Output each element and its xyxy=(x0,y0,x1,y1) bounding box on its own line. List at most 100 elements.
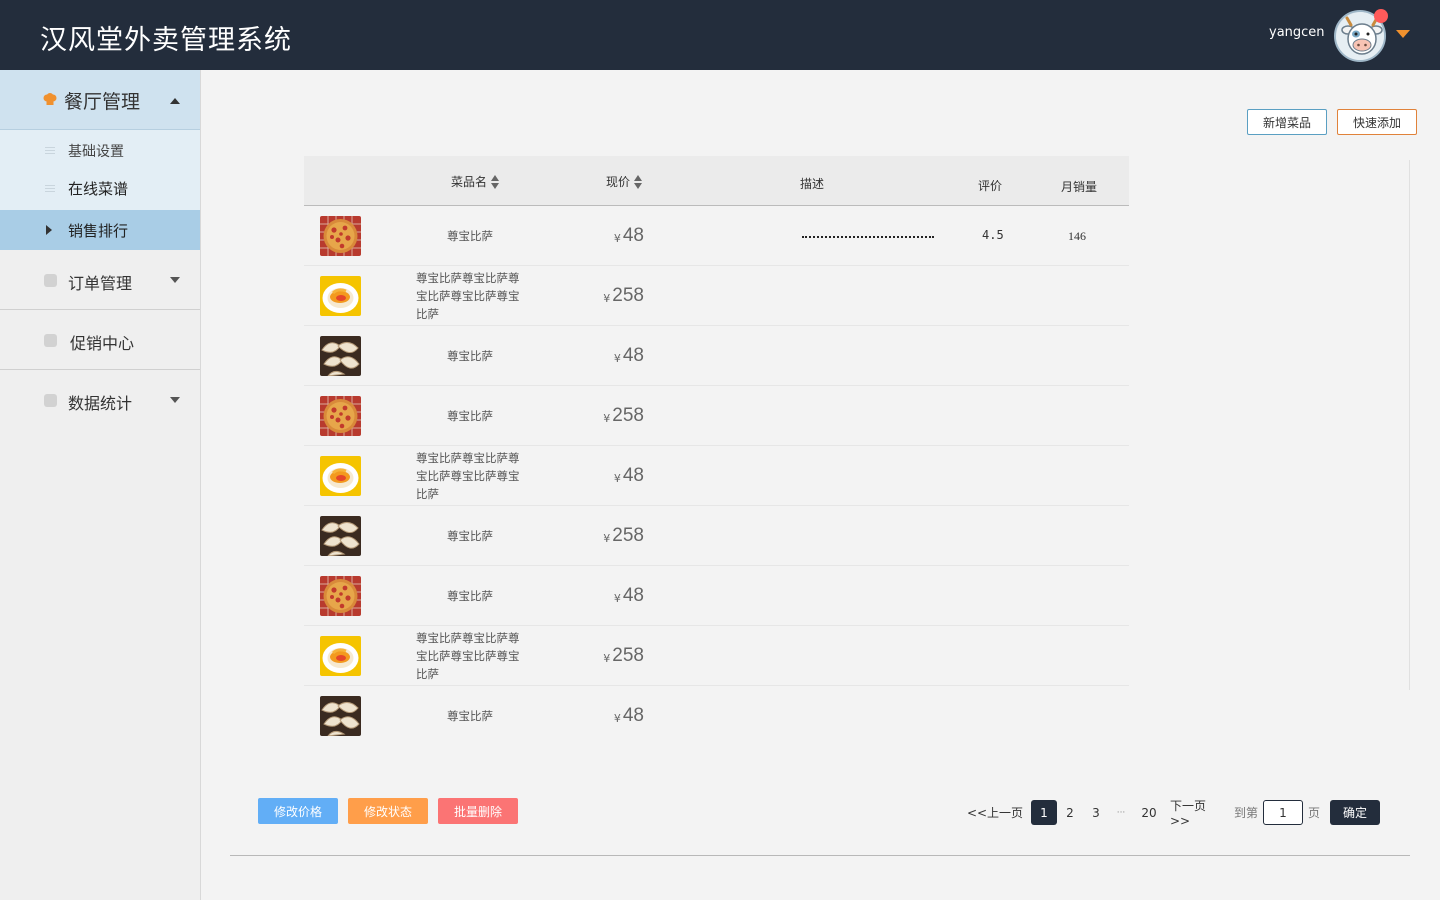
price-cell: ¥48 xyxy=(594,686,644,746)
table-row[interactable]: 尊宝比萨 ¥48 xyxy=(304,326,1129,386)
dish-name-cell: 尊宝比萨 xyxy=(401,686,539,746)
bottom-divider xyxy=(230,855,1410,856)
column-header-price[interactable]: 现价 xyxy=(606,173,643,190)
pager-next[interactable]: 下一页>> xyxy=(1170,799,1226,828)
price-value: 258 xyxy=(612,525,644,546)
dish-image xyxy=(320,216,361,256)
pager-page[interactable]: 3 xyxy=(1088,800,1104,825)
dish-name: 尊宝比萨 xyxy=(447,589,493,603)
table-row[interactable]: 尊宝比萨尊宝比萨尊宝比萨尊宝比萨尊宝比萨 ¥258 xyxy=(304,626,1129,686)
chef-hat-icon xyxy=(43,93,57,105)
menu-lines-icon xyxy=(45,147,55,154)
price-cell: ¥48 xyxy=(594,326,644,386)
dish-image xyxy=(320,276,361,316)
edit-status-button[interactable]: 修改状态 xyxy=(348,798,428,824)
price-value: 48 xyxy=(622,225,644,246)
pizza-icon xyxy=(320,396,361,436)
sidebar-group-restaurant[interactable]: 餐厅管理 xyxy=(0,70,200,130)
dish-name-cell: 尊宝比萨 xyxy=(401,326,539,386)
pager-goto-input[interactable] xyxy=(1263,800,1303,825)
table-row[interactable]: 尊宝比萨尊宝比萨尊宝比萨尊宝比萨尊宝比萨 ¥48 xyxy=(304,446,1129,506)
pizza-icon xyxy=(320,576,361,616)
currency-symbol: ¥ xyxy=(613,591,621,605)
square-icon xyxy=(44,394,57,407)
column-header-name[interactable]: 菜品名 xyxy=(451,173,500,190)
sidebar-group-orders[interactable]: 订单管理 xyxy=(0,250,200,310)
dish-name: 尊宝比萨尊宝比萨尊宝比萨尊宝比萨尊宝比萨 xyxy=(416,271,520,321)
price-value: 48 xyxy=(622,345,644,366)
user-menu-caret-icon[interactable] xyxy=(1396,30,1410,38)
dumplings-icon xyxy=(320,516,361,556)
dish-name: 尊宝比萨 xyxy=(447,229,493,243)
add-dish-button[interactable]: 新增菜品 xyxy=(1247,109,1327,135)
caret-down-icon xyxy=(170,397,180,403)
pager-prev[interactable]: <<上一页 xyxy=(966,800,1024,825)
price-cell: ¥258 xyxy=(594,506,644,566)
dish-name: 尊宝比萨 xyxy=(447,409,493,423)
price-value: 48 xyxy=(622,705,644,726)
price-value: 48 xyxy=(622,585,644,606)
currency-symbol: ¥ xyxy=(603,651,611,665)
restaurant-submenu: 基础设置 在线菜谱 销售排行 xyxy=(0,130,200,250)
description-dots xyxy=(802,226,934,238)
notification-dot xyxy=(1374,9,1388,23)
sort-icon xyxy=(491,174,500,189)
batch-delete-button[interactable]: 批量删除 xyxy=(438,798,518,824)
username[interactable]: yangcen xyxy=(1269,25,1325,40)
dish-image xyxy=(320,696,361,736)
dish-name: 尊宝比萨 xyxy=(447,709,493,723)
dish-name-cell: 尊宝比萨尊宝比萨尊宝比萨尊宝比萨尊宝比萨 xyxy=(401,446,539,506)
currency-symbol: ¥ xyxy=(603,411,611,425)
table-row[interactable]: 尊宝比萨 ¥48 xyxy=(304,686,1129,746)
sidebar-item-sales-ranking[interactable]: 销售排行 xyxy=(0,210,200,250)
pager-page-unit: 页 xyxy=(1307,806,1320,820)
dish-name-cell: 尊宝比萨 xyxy=(401,506,539,566)
dish-name: 尊宝比萨尊宝比萨尊宝比萨尊宝比萨尊宝比萨 xyxy=(416,631,520,681)
dish-name: 尊宝比萨 xyxy=(447,349,493,363)
sidebar-group-label: 数据统计 xyxy=(68,394,133,413)
currency-symbol: ¥ xyxy=(613,711,621,725)
sidebar-group-label: 订单管理 xyxy=(68,274,133,293)
sort-icon xyxy=(634,174,643,189)
price-value: 258 xyxy=(612,285,644,306)
pager-page[interactable]: 2 xyxy=(1062,800,1078,825)
edit-price-button[interactable]: 修改价格 xyxy=(258,798,338,824)
pager-page-current[interactable]: 1 xyxy=(1031,800,1057,825)
table-row[interactable]: 尊宝比萨 ¥48 4.5 146 xyxy=(304,206,1129,266)
square-icon xyxy=(44,334,57,347)
mango-dessert-icon xyxy=(320,276,361,316)
pager-confirm-button[interactable]: 确定 xyxy=(1330,800,1380,825)
column-header-sales: 月销量 xyxy=(1061,180,1098,194)
quick-add-button[interactable]: 快速添加 xyxy=(1337,109,1417,135)
sidebar-group-statistics[interactable]: 数据统计 xyxy=(0,370,200,430)
rating-value: 4.5 xyxy=(982,228,1004,242)
price-cell: ¥48 xyxy=(594,206,644,266)
sidebar-item-basic-settings[interactable]: 基础设置 xyxy=(0,130,200,170)
price-cell: ¥258 xyxy=(594,626,644,686)
sidebar-item-online-menu[interactable]: 在线菜谱 xyxy=(0,168,200,208)
pizza-icon xyxy=(320,216,361,256)
currency-symbol: ¥ xyxy=(603,531,611,545)
caret-down-icon xyxy=(170,277,180,283)
dish-image xyxy=(320,636,361,676)
top-header: 汉风堂外卖管理系统 yangcen xyxy=(0,0,1440,70)
table-row[interactable]: 尊宝比萨尊宝比萨尊宝比萨尊宝比萨尊宝比萨 ¥258 xyxy=(304,266,1129,326)
dish-name-cell: 尊宝比萨尊宝比萨尊宝比萨尊宝比萨尊宝比萨 xyxy=(401,266,539,326)
dish-name-cell: 尊宝比萨 xyxy=(401,206,539,266)
caret-up-icon xyxy=(170,98,180,104)
dumplings-icon xyxy=(320,696,361,736)
square-icon xyxy=(44,274,57,287)
price-value: 258 xyxy=(612,405,644,426)
pager-page-last[interactable]: 20 xyxy=(1138,800,1160,825)
sidebar-group-label: 促销中心 xyxy=(70,334,135,353)
table-row[interactable]: 尊宝比萨 ¥48 xyxy=(304,566,1129,626)
sidebar-item-label: 在线菜谱 xyxy=(68,180,129,198)
sidebar-group-promotion[interactable]: 促销中心 xyxy=(0,310,200,370)
sidebar-item-label: 基础设置 xyxy=(68,144,124,160)
sales-table: 菜品名 现价 描述 评价 月销量 尊宝比萨 ¥48 4.5 146 尊宝比萨尊宝比… xyxy=(304,156,1129,746)
table-row[interactable]: 尊宝比萨 ¥258 xyxy=(304,386,1129,446)
pager-goto-label: 到第 xyxy=(1233,806,1258,820)
price-cell: ¥258 xyxy=(594,386,644,446)
sidebar: 餐厅管理 基础设置 在线菜谱 销售排行 订单管理 促销中心 数据统计 xyxy=(0,70,201,900)
table-row[interactable]: 尊宝比萨 ¥258 xyxy=(304,506,1129,566)
